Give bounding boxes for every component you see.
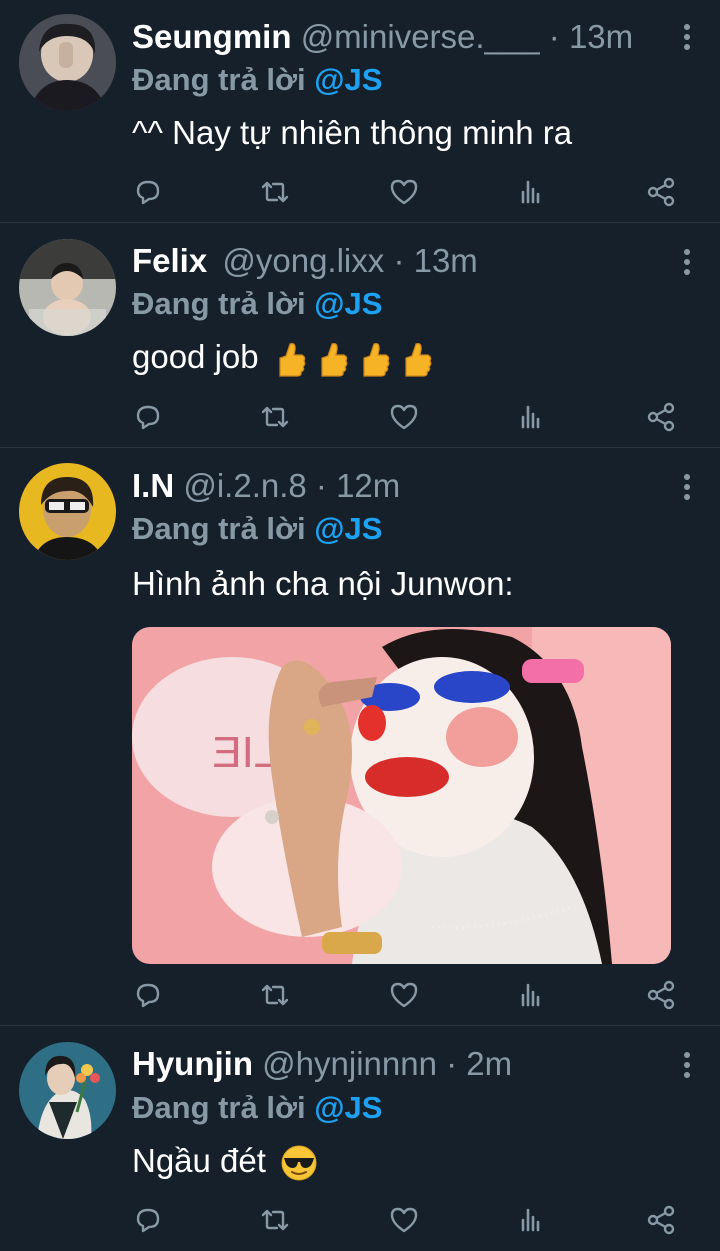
share-icon[interactable] bbox=[645, 176, 677, 208]
display-name[interactable]: Seungmin bbox=[132, 18, 292, 55]
replying-to: Đang trả lời @JS bbox=[132, 286, 383, 321]
analytics-icon[interactable] bbox=[515, 176, 547, 208]
user-handle[interactable]: @yong.lixx bbox=[222, 242, 384, 279]
mention-link[interactable]: @JS bbox=[314, 62, 382, 97]
timestamp[interactable]: · 13m bbox=[393, 242, 477, 279]
more-vertical-icon[interactable] bbox=[682, 24, 692, 50]
tweet-actions bbox=[132, 1204, 677, 1236]
user-handle[interactable]: @miniverse.___ bbox=[301, 18, 540, 55]
heart-icon[interactable] bbox=[388, 401, 420, 433]
heart-icon[interactable] bbox=[388, 1204, 420, 1236]
replying-to: Đang trả lời @JS bbox=[132, 62, 383, 97]
tweet-hyunjin[interactable]: Hyunjin @hynjinnnn · 2m Đang trả lời @JS… bbox=[0, 1026, 720, 1251]
tweet-actions bbox=[132, 401, 677, 433]
tweet-actions bbox=[132, 979, 677, 1011]
tweet-in[interactable]: I.N @i.2.n.8 · 12m Đang trả lời @JS Hình… bbox=[0, 448, 720, 1026]
mention-link[interactable]: @JS bbox=[314, 511, 382, 546]
analytics-icon[interactable] bbox=[515, 1204, 547, 1236]
reply-icon[interactable] bbox=[132, 979, 164, 1011]
share-icon[interactable] bbox=[645, 401, 677, 433]
reply-icon[interactable] bbox=[132, 1204, 164, 1236]
tweet-text: Ngầu đét bbox=[132, 1144, 319, 1182]
timestamp[interactable]: · 2m bbox=[446, 1045, 512, 1082]
replying-to: Đang trả lời @JS bbox=[132, 1090, 383, 1125]
mention-link[interactable]: @JS bbox=[314, 1090, 382, 1125]
replying-to: Đang trả lời @JS bbox=[132, 511, 383, 546]
reply-icon[interactable] bbox=[132, 176, 164, 208]
retweet-icon[interactable] bbox=[259, 1204, 291, 1236]
tweet-image[interactable]: KYLIE bbox=[132, 627, 671, 964]
reply-icon[interactable] bbox=[132, 401, 164, 433]
tweet-felix[interactable]: Felix @yong.lixx · 13m Đang trả lời @JS … bbox=[0, 223, 720, 448]
timestamp[interactable]: · 13m bbox=[549, 18, 633, 55]
retweet-icon[interactable] bbox=[259, 979, 291, 1011]
share-icon[interactable] bbox=[645, 979, 677, 1011]
heart-icon[interactable] bbox=[388, 979, 420, 1011]
tweet-text: Hình ảnh cha nội Junwon: bbox=[132, 565, 514, 602]
tweet-header: Seungmin @miniverse.___ · 13m bbox=[132, 20, 633, 53]
user-handle[interactable]: @i.2.n.8 bbox=[183, 467, 306, 504]
tweet-header: Hyunjin @hynjinnnn · 2m bbox=[132, 1047, 512, 1080]
tweet-actions bbox=[132, 176, 677, 208]
more-vertical-icon[interactable] bbox=[682, 249, 692, 275]
tweet-header: I.N @i.2.n.8 · 12m bbox=[132, 469, 400, 502]
avatar[interactable] bbox=[19, 1042, 116, 1139]
heart-icon[interactable] bbox=[388, 176, 420, 208]
tweet-header: Felix @yong.lixx · 13m bbox=[132, 244, 478, 277]
more-vertical-icon[interactable] bbox=[682, 1052, 692, 1078]
analytics-icon[interactable] bbox=[515, 979, 547, 1011]
avatar[interactable] bbox=[19, 463, 116, 560]
avatar[interactable] bbox=[19, 14, 116, 111]
display-name[interactable]: Hyunjin bbox=[132, 1045, 253, 1082]
mention-link[interactable]: @JS bbox=[314, 286, 382, 321]
timestamp[interactable]: · 12m bbox=[316, 467, 400, 504]
retweet-icon[interactable] bbox=[259, 176, 291, 208]
user-handle[interactable]: @hynjinnnn bbox=[262, 1045, 437, 1082]
display-name[interactable]: Felix bbox=[132, 242, 207, 279]
analytics-icon[interactable] bbox=[515, 401, 547, 433]
tweet-text: good job bbox=[132, 340, 432, 378]
display-name[interactable]: I.N bbox=[132, 467, 174, 504]
more-vertical-icon[interactable] bbox=[682, 474, 692, 500]
thumbs-up-emoji bbox=[272, 340, 432, 378]
sunglasses-emoji bbox=[279, 1144, 319, 1182]
tweet-text: ^^ Nay tự nhiên thông minh ra bbox=[132, 114, 573, 151]
tweet-seungmin[interactable]: Seungmin @miniverse.___ · 13m Đang trả l… bbox=[0, 0, 720, 223]
share-icon[interactable] bbox=[645, 1204, 677, 1236]
avatar[interactable] bbox=[19, 239, 116, 336]
retweet-icon[interactable] bbox=[259, 401, 291, 433]
